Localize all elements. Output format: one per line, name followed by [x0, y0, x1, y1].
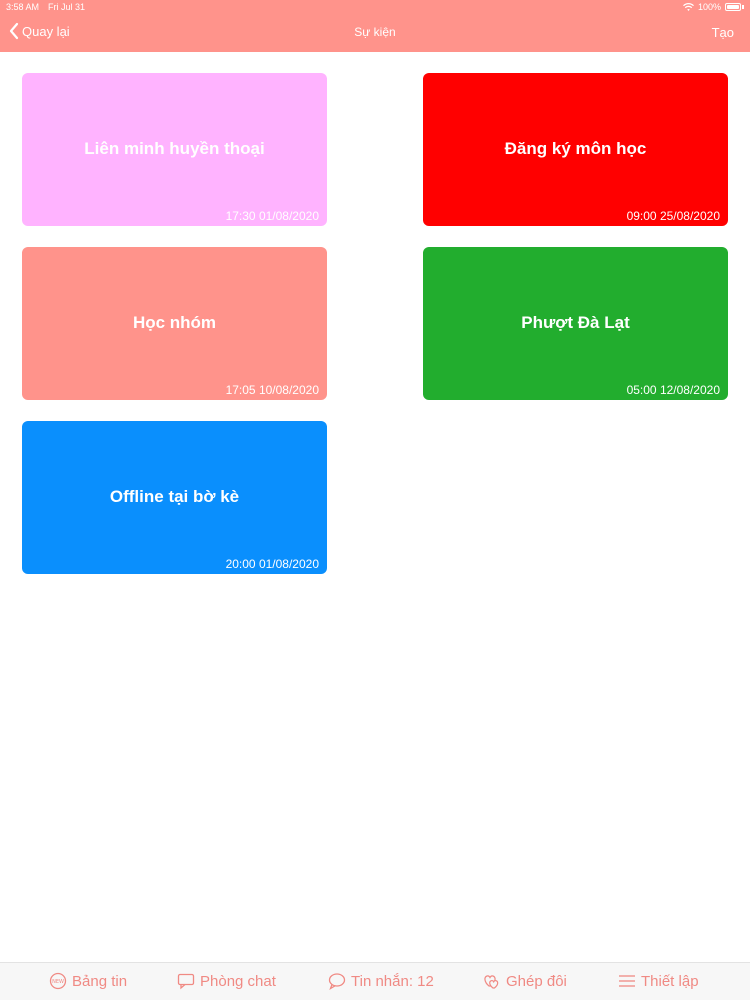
create-button[interactable]: Tạo [712, 25, 734, 40]
event-title: Liên minh huyền thoại [84, 139, 265, 158]
event-title: Phượt Đà Lạt [521, 313, 630, 332]
status-right: 100% [683, 0, 744, 14]
top-bar: 3:58 AM Fri Jul 31 100% Quay lại Sự kiện… [0, 0, 750, 52]
event-title: Học nhóm [132, 313, 217, 332]
tab-label: Ghép đôi [506, 972, 567, 990]
newsfeed-icon: NEW [49, 972, 67, 990]
event-time: 17:30 01/08/2020 [225, 209, 319, 223]
status-time: 3:58 AM [6, 2, 40, 12]
tab-label: Bảng tin [72, 972, 128, 990]
battery-percent: 100% [697, 2, 721, 12]
event-time: 05:00 12/08/2020 [626, 383, 720, 397]
tab-label: Thiết lập [641, 972, 699, 990]
event-card[interactable]: Đăng ký môn học 09:00 25/08/2020 [423, 73, 728, 226]
tab-settings[interactable]: Thiết lập [618, 972, 699, 990]
tab-label: Phòng chat [200, 972, 276, 990]
event-card[interactable]: Liên minh huyền thoại 17:30 01/08/2020 [22, 73, 327, 226]
tab-newsfeed[interactable]: NEW Bảng tin [49, 972, 127, 990]
navigation-bar: Quay lại Sự kiện Tạo [0, 18, 750, 48]
tab-messages[interactable]: Tin nhắn: 12 [328, 972, 434, 990]
tab-chat-room[interactable]: Phòng chat [177, 972, 276, 990]
event-title: Đăng ký môn học [504, 139, 647, 158]
status-bar: 3:58 AM Fri Jul 31 100% [0, 0, 750, 14]
event-time: 20:00 01/08/2020 [225, 557, 319, 571]
chat-room-icon [177, 973, 195, 990]
tab-bar: NEW Bảng tin Phòng chat Tin nhắn: 12 Ghé… [0, 962, 750, 1000]
event-title: Offline tại bờ kè [109, 487, 240, 506]
menu-icon [619, 975, 635, 987]
wifi-icon [683, 2, 694, 11]
status-date: Fri Jul 31 [48, 2, 86, 12]
event-time: 17:05 10/08/2020 [225, 383, 319, 397]
svg-text:NEW: NEW [52, 979, 64, 985]
event-card[interactable]: Học nhóm 17:05 10/08/2020 [22, 247, 327, 400]
page-title: Sự kiện [354, 25, 396, 39]
message-icon [328, 973, 346, 990]
event-card[interactable]: Phượt Đà Lạt 05:00 12/08/2020 [423, 247, 728, 400]
event-time: 09:00 25/08/2020 [626, 209, 720, 223]
tab-label: Tin nhắn: 12 [351, 972, 434, 990]
battery-tip [742, 5, 744, 9]
match-icon [484, 975, 499, 989]
battery-icon [725, 3, 741, 11]
tab-match[interactable]: Ghép đôi [483, 972, 567, 990]
event-card[interactable]: Offline tại bờ kè 20:00 01/08/2020 [22, 421, 327, 574]
